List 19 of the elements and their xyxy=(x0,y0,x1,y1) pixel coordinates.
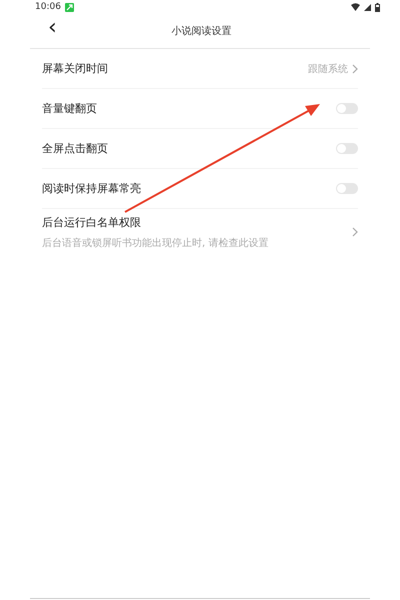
toggle-switch[interactable] xyxy=(336,143,358,154)
setting-label: 屏幕关闭时间 xyxy=(42,61,109,76)
toggle-switch[interactable] xyxy=(336,103,358,114)
status-time: 10:06 xyxy=(35,2,61,12)
setting-label: 全屏点击翻页 xyxy=(42,141,109,156)
setting-label: 阅读时保持屏幕常亮 xyxy=(42,181,142,196)
setting-label: 音量键翻页 xyxy=(42,101,98,116)
chevron-icon xyxy=(352,227,358,237)
chevron-icon xyxy=(352,64,358,74)
wifi-icon xyxy=(351,3,360,11)
setting-value: 跟随系统 xyxy=(308,62,348,76)
battery-icon xyxy=(375,2,380,12)
toggle-switch[interactable] xyxy=(336,183,358,194)
app-notification-icon xyxy=(64,2,74,12)
page-title: 小说阅读设置 xyxy=(171,24,232,38)
back-button[interactable]: ‹ xyxy=(44,17,61,39)
setting-description: 后台语音或锁屏听书功能出现停止时, 请检查此设置 xyxy=(42,236,270,250)
setting-label: 后台运行白名单权限 xyxy=(42,214,142,230)
signal-icon xyxy=(364,4,371,10)
